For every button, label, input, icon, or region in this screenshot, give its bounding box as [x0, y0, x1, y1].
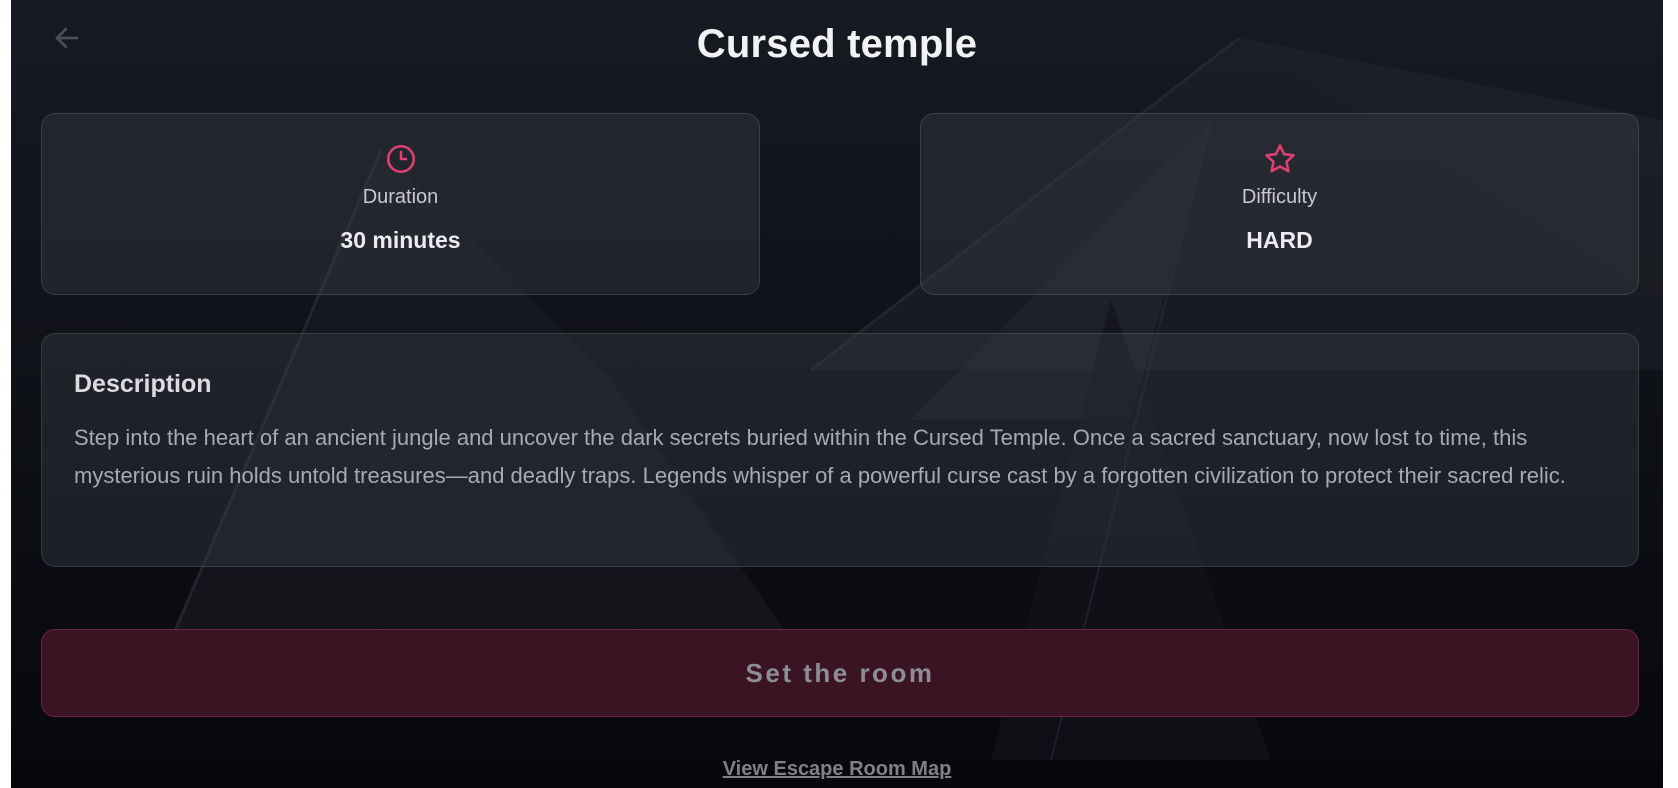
description-text: Step into the heart of an ancient jungle…	[74, 425, 1566, 488]
view-map-link[interactable]: View Escape Room Map	[11, 758, 1663, 781]
clock-icon	[386, 144, 415, 174]
page-title: Cursed temple	[696, 22, 978, 66]
duration-card: Duration 30 minutes	[41, 113, 760, 295]
difficulty-card: Difficulty HARD	[920, 113, 1639, 295]
star-icon	[1264, 144, 1295, 173]
app-screen: Cursed temple Duration 30 minutes Diffic…	[11, 0, 1663, 788]
duration-label: Duration	[362, 186, 439, 208]
description-card: Description Step into the heart of an an…	[41, 333, 1639, 567]
duration-value: 30 minutes	[340, 227, 461, 253]
difficulty-value: HARD	[1246, 227, 1313, 253]
difficulty-label: Difficulty	[1241, 186, 1318, 208]
set-room-button[interactable]: Set the room	[41, 629, 1639, 717]
main-content: Cursed temple Duration 30 minutes Diffic…	[11, 0, 1663, 788]
description-title: Description	[74, 370, 212, 398]
